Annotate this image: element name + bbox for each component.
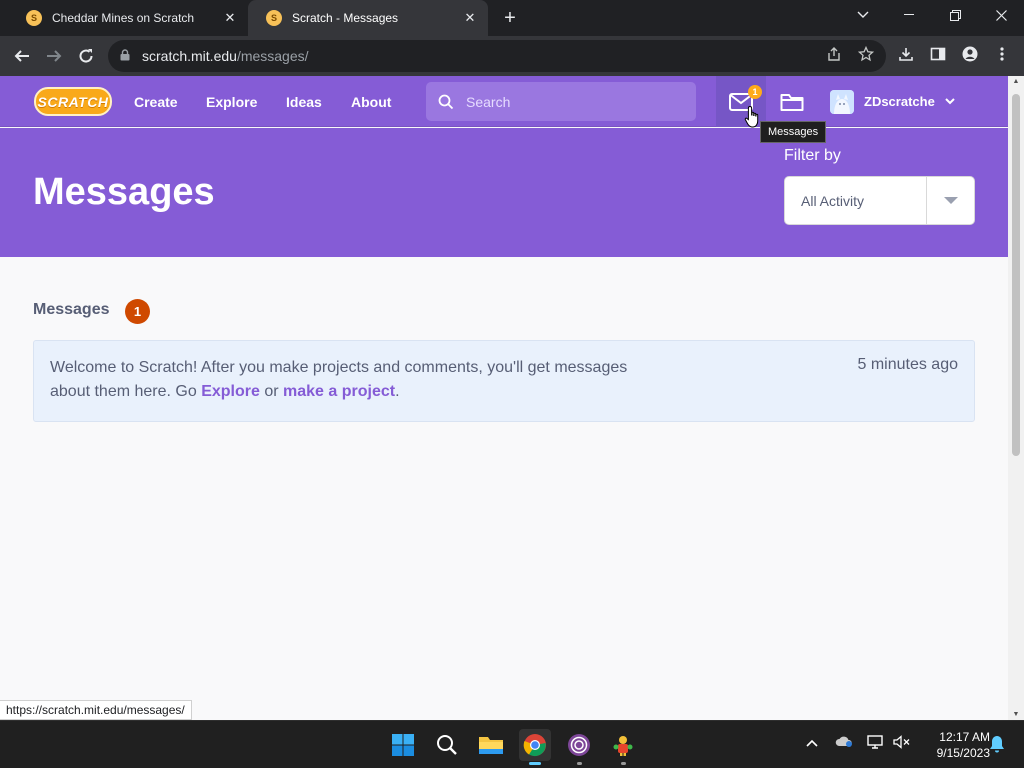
search-input[interactable] bbox=[466, 93, 686, 110]
my-stuff-button[interactable] bbox=[772, 88, 812, 116]
clock-date: 9/15/2023 bbox=[936, 746, 990, 760]
tab-search-chevron-icon[interactable] bbox=[840, 0, 886, 30]
message-text-part: . bbox=[395, 383, 400, 400]
scratch-top-nav: SCRATCH Create Explore Ideas About 1 ZDs… bbox=[0, 76, 1008, 127]
messages-tooltip: Messages bbox=[760, 121, 827, 143]
tor-browser-icon[interactable] bbox=[563, 729, 595, 765]
side-panel-icon[interactable] bbox=[926, 42, 950, 66]
url-path: /messages/ bbox=[236, 48, 309, 64]
tab-title: Scratch - Messages bbox=[292, 11, 399, 25]
scroll-down-icon[interactable]: ▼ bbox=[1012, 711, 1020, 718]
scratch-favicon-icon: S bbox=[26, 10, 42, 26]
running-indicator bbox=[577, 762, 582, 765]
explore-link[interactable]: Explore bbox=[201, 383, 260, 400]
message-text-part: or bbox=[259, 383, 284, 400]
show-hidden-icons-chevron-icon[interactable] bbox=[802, 735, 822, 750]
search-icon bbox=[438, 94, 454, 109]
restore-button[interactable] bbox=[932, 0, 978, 30]
filter-selected-value: All Activity bbox=[801, 192, 865, 209]
browser-tab-messages[interactable]: S Scratch - Messages ✕ bbox=[248, 0, 488, 36]
chrome-icon[interactable] bbox=[519, 729, 551, 765]
onedrive-icon[interactable] bbox=[834, 735, 854, 750]
back-button[interactable] bbox=[8, 42, 36, 70]
nav-explore[interactable]: Explore bbox=[206, 76, 257, 127]
scroll-up-icon[interactable]: ▲ bbox=[1012, 78, 1020, 85]
tab-title: Cheddar Mines on Scratch bbox=[52, 11, 195, 25]
new-tab-button[interactable]: + bbox=[498, 6, 522, 30]
list-item: Welcome to Scratch! After you make proje… bbox=[33, 340, 975, 422]
profile-icon[interactable] bbox=[958, 42, 982, 66]
messages-header: Messages Filter by All Activity bbox=[0, 128, 1008, 257]
notification-bell-icon[interactable] bbox=[987, 735, 1007, 756]
message-notification-badge: 1 bbox=[748, 85, 762, 99]
search-box[interactable] bbox=[426, 82, 696, 121]
message-timestamp: 5 minutes ago bbox=[857, 356, 958, 373]
browser-tab-cheddar-mines[interactable]: S Cheddar Mines on Scratch ✕ bbox=[8, 0, 248, 36]
make-project-link[interactable]: make a project bbox=[283, 383, 395, 400]
network-icon[interactable] bbox=[866, 735, 886, 752]
scratch-logo[interactable]: SCRATCH bbox=[34, 87, 112, 116]
scratch-favicon-icon: S bbox=[266, 10, 282, 26]
reload-button[interactable] bbox=[72, 42, 100, 70]
scratch-page: SCRATCH Create Explore Ideas About 1 ZDs… bbox=[0, 76, 1008, 720]
volume-muted-icon[interactable] bbox=[892, 735, 912, 752]
kebab-menu-icon[interactable] bbox=[990, 42, 1014, 66]
caret-down-icon[interactable] bbox=[926, 177, 974, 224]
message-text: Welcome to Scratch! After you make proje… bbox=[50, 356, 650, 404]
avatar[interactable] bbox=[830, 90, 854, 114]
app-icon[interactable] bbox=[607, 729, 639, 765]
browser-toolbar: scratch.mit.edu/messages/ bbox=[0, 36, 1024, 76]
address-bar[interactable]: scratch.mit.edu/messages/ bbox=[108, 40, 886, 72]
running-indicator bbox=[621, 762, 626, 765]
nav-about[interactable]: About bbox=[351, 76, 391, 127]
lock-icon[interactable] bbox=[120, 48, 142, 64]
share-icon[interactable] bbox=[822, 42, 846, 66]
hand-cursor-icon bbox=[744, 105, 759, 128]
taskbar-clock[interactable]: 12:17 AM 9/15/2023 bbox=[918, 729, 990, 761]
page-title: Messages bbox=[33, 171, 215, 213]
browser-tab-strip: S Cheddar Mines on Scratch ✕ S Scratch -… bbox=[0, 0, 1024, 36]
nav-create[interactable]: Create bbox=[134, 76, 178, 127]
filter-label: Filter by bbox=[784, 147, 841, 164]
download-icon[interactable] bbox=[894, 42, 918, 66]
windows-taskbar: 12:17 AM 9/15/2023 bbox=[0, 720, 1024, 768]
clock-time: 12:17 AM bbox=[939, 730, 990, 744]
close-tab-icon[interactable]: ✕ bbox=[222, 10, 238, 26]
page-scrollbar[interactable]: ▲ ▼ bbox=[1008, 76, 1024, 720]
start-windows-icon[interactable] bbox=[387, 729, 419, 761]
forward-button[interactable] bbox=[40, 42, 68, 70]
username[interactable]: ZDscratche bbox=[864, 76, 935, 127]
bookmark-star-icon[interactable] bbox=[854, 42, 878, 66]
filter-select[interactable]: All Activity bbox=[784, 176, 975, 225]
link-status-bar: https://scratch.mit.edu/messages/ bbox=[0, 700, 192, 720]
folder-icon bbox=[780, 94, 804, 111]
active-indicator bbox=[529, 762, 541, 765]
taskbar-search-icon[interactable] bbox=[431, 729, 463, 761]
messages-section-title: Messages bbox=[33, 301, 110, 318]
scrollbar-thumb[interactable] bbox=[1012, 94, 1020, 456]
url-host: scratch.mit.edu bbox=[142, 48, 237, 64]
close-window-button[interactable] bbox=[978, 0, 1024, 30]
close-tab-icon[interactable]: ✕ bbox=[462, 10, 478, 26]
minimize-button[interactable] bbox=[886, 0, 932, 30]
messages-count-badge: 1 bbox=[125, 299, 150, 324]
chevron-down-icon[interactable] bbox=[943, 94, 957, 108]
file-explorer-icon[interactable] bbox=[475, 729, 507, 761]
nav-ideas[interactable]: Ideas bbox=[286, 76, 322, 127]
